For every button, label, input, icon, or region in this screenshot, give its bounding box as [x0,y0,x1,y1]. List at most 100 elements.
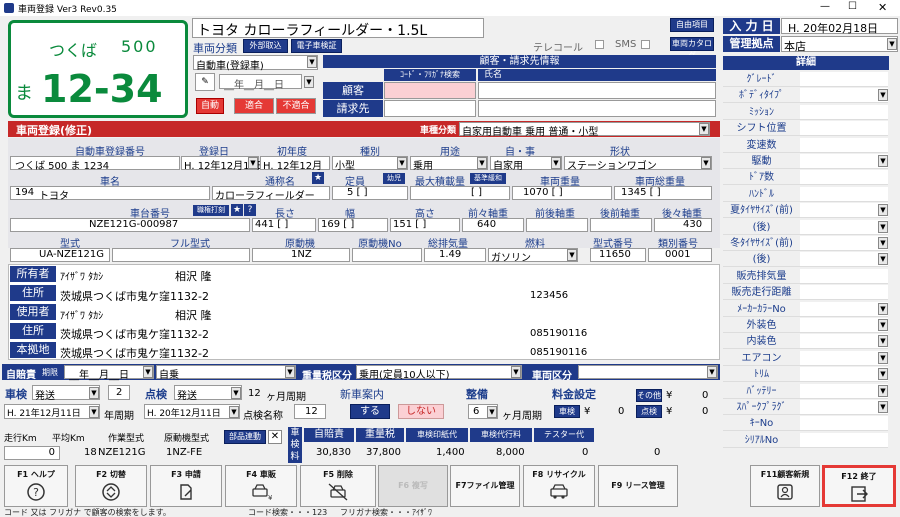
chevron-down-icon[interactable]: ▼ [878,401,888,413]
auto-button[interactable]: 自動 [196,98,224,114]
stamp-badge[interactable]: 職権打刻 [193,205,229,216]
reg-no-field[interactable]: つくば 500 ま 1234 [10,156,180,172]
detail-field[interactable]: ▼ [800,318,888,333]
fuel-select[interactable]: ガソリン ▼ [488,248,578,264]
maximize-button[interactable]: ☐ [848,1,857,12]
detail-field[interactable]: ▼ [800,203,888,219]
chevron-down-icon[interactable]: ▼ [231,387,241,399]
telecall-checkbox[interactable] [595,40,604,49]
capacity-field[interactable]: 5 [ ] [332,186,408,200]
avg-km-value[interactable]: 18 [84,447,97,458]
insurance-type-select[interactable]: 自乗 ▼ [156,365,296,381]
tenken-name-field[interactable]: 12 [294,404,326,419]
chassis-field[interactable]: NZE121G-000987 [10,218,250,232]
mismatch-button[interactable]: 不適合 [276,98,316,114]
detail-field[interactable] [800,285,888,301]
catalog-button[interactable]: 車両カタログ [670,37,714,60]
chevron-down-icon[interactable]: ▼ [143,366,153,378]
detail-field[interactable] [800,121,888,137]
tenken-count[interactable]: 12 [248,388,261,399]
parts-link-close-icon[interactable]: ✕ [268,430,282,444]
juryo-value[interactable]: 37,800 [366,447,401,458]
external-import-button[interactable]: 外部取込 [243,39,288,53]
chevron-down-icon[interactable]: ▼ [878,335,888,348]
chevron-down-icon[interactable]: ▼ [707,366,717,378]
billing-code-input[interactable] [384,100,476,117]
parts-link-button[interactable]: 部品連動 [224,430,266,444]
engine-no-field[interactable] [352,248,422,262]
chevron-down-icon[interactable]: ▼ [701,157,711,169]
chevron-down-icon[interactable]: ▼ [878,351,888,364]
f11-new-customer-button[interactable]: F11顧客新規 [750,465,820,507]
detail-field[interactable]: ▼ [800,252,888,268]
shaken-count[interactable]: 2 [108,385,130,400]
owner-address[interactable]: 茨城県つくば市鬼ケ窪1132-2 [60,288,209,304]
chevron-down-icon[interactable]: ▼ [699,123,709,135]
detail-field[interactable] [800,137,888,153]
chevron-down-icon[interactable]: ▼ [477,157,487,169]
tenken-fee-button[interactable]: 点検 [636,405,662,418]
tenken-date-field[interactable]: H. 20年12月11日 ▼ [144,404,240,419]
shape-select[interactable]: ステーションワゴン ▼ [564,156,712,172]
f12-exit-button[interactable]: F12 終了 [822,465,896,507]
detail-field[interactable]: ▼ [800,301,888,317]
owner-kana[interactable]: ｱｲｻﾞﾜ ﾀｶｼ [60,268,103,283]
owner-zip[interactable]: 123456 [530,290,568,301]
new-car-yes-button[interactable]: する [350,404,390,419]
ff-axle-field[interactable]: 640 [462,218,524,232]
max-load-field[interactable]: [ ] [410,186,510,200]
chevron-down-icon[interactable]: ▼ [567,249,577,261]
chevron-down-icon[interactable]: ▼ [89,387,99,399]
chevron-down-icon[interactable]: ▼ [878,237,888,249]
shaken-fee-value[interactable]: 0 [618,406,624,417]
detail-field[interactable]: ▼ [800,88,888,104]
tenken-fee-value[interactable]: 0 [702,406,708,417]
detail-field[interactable] [800,268,888,284]
private-select[interactable]: 自家用 ▼ [490,156,562,172]
f2-switch-button[interactable]: F2 切替 [75,465,147,507]
detail-field[interactable] [800,186,888,202]
detail-field[interactable]: ▼ [800,350,888,366]
detail-field[interactable] [800,170,888,186]
sms-checkbox[interactable] [641,40,650,49]
first-year-field[interactable]: H. 12年12月 [260,156,330,172]
close-button[interactable]: ✕ [878,1,887,14]
help-icon[interactable]: ? [244,204,256,216]
detail-field[interactable]: ▼ [800,383,888,399]
e-inspection-button[interactable]: 電子車検証 [291,39,342,53]
car-title[interactable]: トヨタ カローラフィールダー・1.5L [192,18,484,39]
weight-tax-select[interactable]: 乗用(定員10人以下) ▼ [356,365,522,381]
billing-name-input[interactable] [478,100,716,117]
user-zip[interactable]: 085190116 [530,328,587,339]
chevron-down-icon[interactable]: ▼ [89,406,99,418]
base-address[interactable]: 茨城県つくば市鬼ケ窪1132-2 [60,345,209,361]
chevron-down-icon[interactable]: ▼ [878,155,888,167]
date-field[interactable]: __年__月__日 [219,74,302,91]
vehicle-type-select[interactable]: 自動車(登録車) ▼ [193,55,318,72]
width-field[interactable]: 169 [ ] [318,218,388,232]
cat-no-field[interactable]: 0001 [648,248,712,262]
detail-field[interactable]: ▼ [800,400,888,415]
shaken-fee-button[interactable]: 車検 [554,405,580,418]
user-kana[interactable]: ｱｲｻﾞﾜ ﾀｶｼ [60,307,103,322]
user-address[interactable]: 茨城県つくば市鬼ケ窪1132-2 [60,326,209,342]
detail-field[interactable]: ▼ [800,236,888,251]
customer-name-input[interactable] [478,82,716,99]
f1-help-button[interactable]: F1 ヘルプ? [4,465,68,507]
chevron-down-icon[interactable]: ▼ [304,76,314,88]
chevron-down-icon[interactable]: ▼ [248,157,258,169]
length-field[interactable]: 441 [ ] [252,218,316,232]
star-icon[interactable]: ★ [312,172,324,184]
f5-delete-button[interactable]: F5 削除 [300,465,376,507]
chevron-down-icon[interactable]: ▼ [878,302,888,315]
owner-name[interactable]: 相沢 隆 [175,268,212,284]
mileage-field[interactable]: 0 [4,446,60,460]
tenken-type-select[interactable]: 発送 ▼ [174,385,242,402]
entry-date-value[interactable]: H. 20年02月18日 [781,18,898,35]
f9-lease-button[interactable]: F9 リース管理 [598,465,678,507]
chevron-down-icon[interactable]: ▼ [511,366,521,378]
match-button[interactable]: 適合 [234,98,274,114]
calendar-icon[interactable]: ✎ [195,73,215,91]
chevron-down-icon[interactable]: ▼ [285,366,295,378]
detail-field[interactable]: ▼ [800,219,888,235]
